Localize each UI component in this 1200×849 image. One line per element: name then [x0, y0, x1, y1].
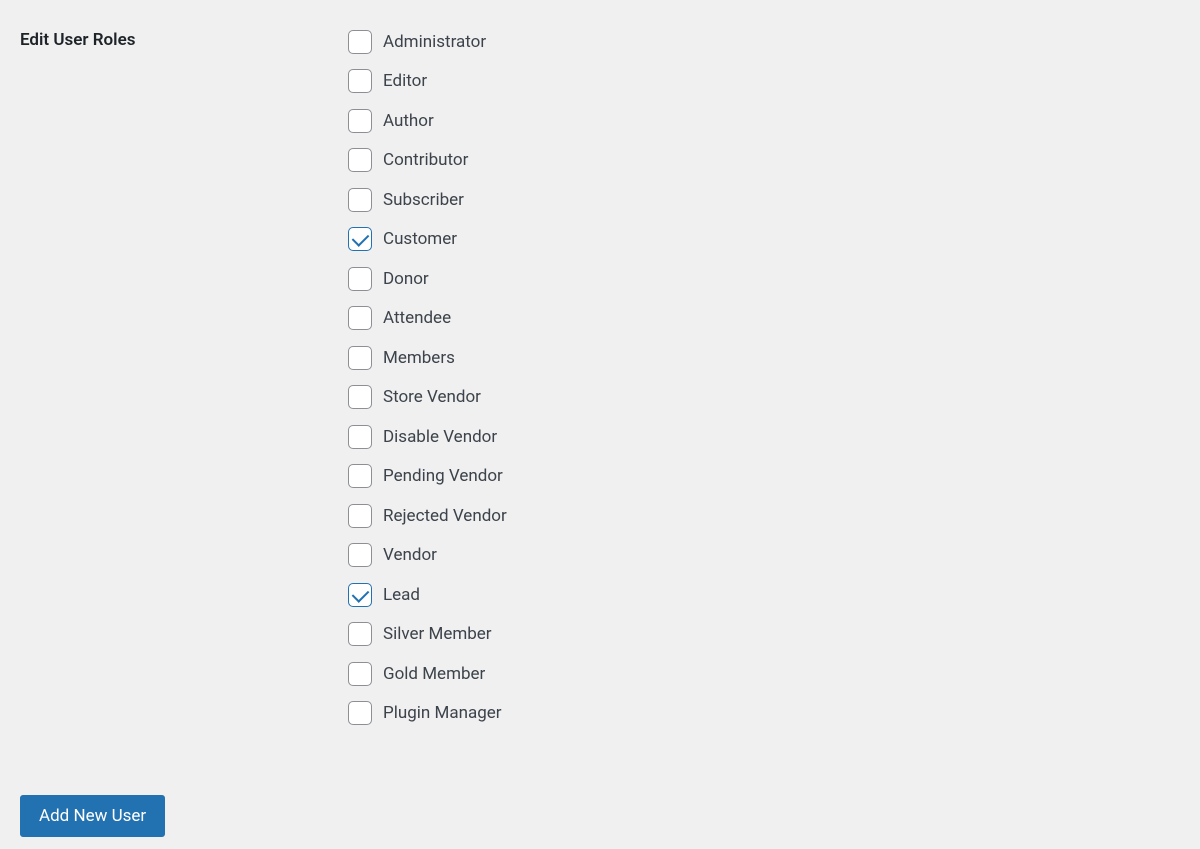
role-item[interactable]: Attendee [348, 299, 1200, 339]
role-checkbox[interactable] [348, 622, 372, 646]
role-item[interactable]: Pending Vendor [348, 457, 1200, 497]
role-label: Vendor [383, 545, 437, 565]
role-label: Author [383, 111, 434, 131]
role-item[interactable]: Members [348, 338, 1200, 378]
role-checkbox[interactable] [348, 69, 372, 93]
role-item[interactable]: Disable Vendor [348, 417, 1200, 457]
role-checkbox[interactable] [348, 346, 372, 370]
role-checkbox[interactable] [348, 109, 372, 133]
role-checkbox[interactable] [348, 306, 372, 330]
role-label: Pending Vendor [383, 466, 503, 486]
section-title: Edit User Roles [20, 22, 348, 50]
add-new-user-button[interactable]: Add New User [20, 795, 165, 837]
role-item[interactable]: Author [348, 101, 1200, 141]
role-item[interactable]: Store Vendor [348, 378, 1200, 418]
edit-user-roles-row: Edit User Roles Administrator Editor Autho… [0, 0, 1200, 733]
role-label: Members [383, 348, 455, 368]
role-label: Attendee [383, 308, 451, 328]
role-checkbox[interactable] [348, 701, 372, 725]
role-label: Administrator [383, 32, 486, 52]
role-item[interactable]: Editor [348, 62, 1200, 102]
role-label: Lead [383, 585, 420, 605]
role-label: Contributor [383, 150, 468, 170]
role-label: Silver Member [383, 624, 492, 644]
role-checkbox[interactable] [348, 188, 372, 212]
role-item[interactable]: Lead [348, 575, 1200, 615]
role-item[interactable]: Rejected Vendor [348, 496, 1200, 536]
role-checkbox[interactable] [348, 30, 372, 54]
role-item[interactable]: Subscriber [348, 180, 1200, 220]
role-label: Donor [383, 269, 429, 289]
role-label: Rejected Vendor [383, 506, 507, 526]
role-checkbox[interactable] [348, 504, 372, 528]
role-item[interactable]: Administrator [348, 22, 1200, 62]
role-label: Customer [383, 229, 457, 249]
role-item[interactable]: Contributor [348, 141, 1200, 181]
role-checkbox[interactable] [348, 227, 372, 251]
role-checkbox[interactable] [348, 543, 372, 567]
role-label: Gold Member [383, 664, 485, 684]
role-checkbox[interactable] [348, 267, 372, 291]
role-checkbox[interactable] [348, 464, 372, 488]
role-checkbox[interactable] [348, 385, 372, 409]
role-checkbox[interactable] [348, 662, 372, 686]
role-item[interactable]: Plugin Manager [348, 694, 1200, 734]
roles-checkbox-list: Administrator Editor Author Contributor Subs… [348, 22, 1200, 733]
role-item[interactable]: Vendor [348, 536, 1200, 576]
role-label: Editor [383, 71, 427, 91]
role-item[interactable]: Donor [348, 259, 1200, 299]
role-label: Subscriber [383, 190, 464, 210]
role-item[interactable]: Gold Member [348, 654, 1200, 694]
role-checkbox[interactable] [348, 425, 372, 449]
role-checkbox[interactable] [348, 583, 372, 607]
role-item[interactable]: Customer [348, 220, 1200, 260]
role-label: Disable Vendor [383, 427, 497, 447]
role-checkbox[interactable] [348, 148, 372, 172]
role-label: Plugin Manager [383, 703, 502, 723]
submit-area: Add New User [0, 795, 1200, 837]
role-label: Store Vendor [383, 387, 481, 407]
role-item[interactable]: Silver Member [348, 615, 1200, 655]
roles-field: Administrator Editor Author Contributor Subs… [348, 22, 1200, 733]
